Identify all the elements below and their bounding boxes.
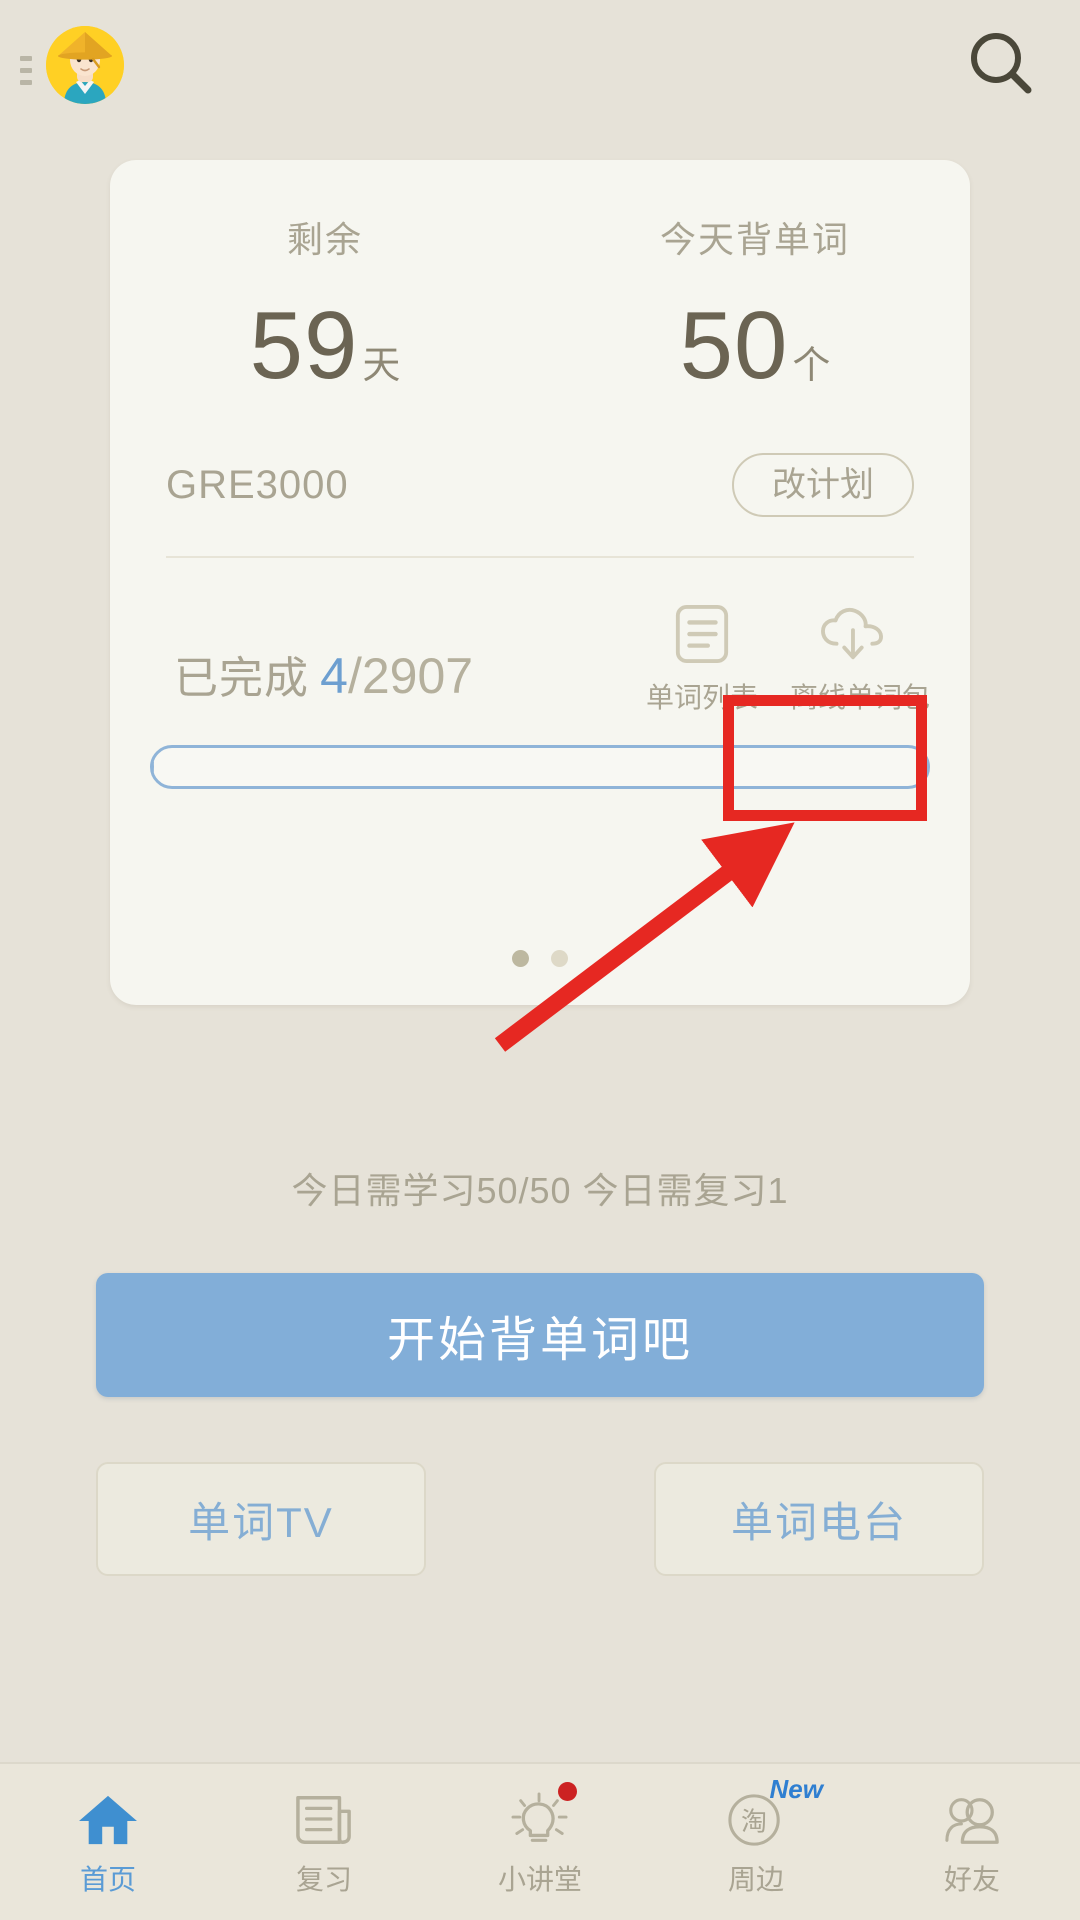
word-list-icon [640, 602, 764, 668]
stat-label: 剩余 [286, 219, 363, 260]
drawer-handle-icon[interactable] [20, 56, 32, 85]
taobao-circle-icon: 淘 New [725, 1774, 823, 1848]
stat-number: 50 [679, 292, 789, 399]
nav-item-lecture[interactable]: 小讲堂 [432, 1764, 648, 1920]
search-button[interactable] [960, 24, 1044, 108]
home-icon [77, 1786, 139, 1848]
offline-package-button[interactable]: 离线单词包 [790, 602, 931, 716]
progress-row: 已完成 4/2907 单词列表 离线单词包 [166, 590, 931, 730]
start-study-button[interactable]: 开始背单词吧 [96, 1273, 984, 1397]
pager-dot[interactable] [551, 950, 568, 967]
stat-remaining: 剩余 59 天 [110, 222, 540, 394]
stat-unit: 个 [792, 345, 831, 387]
progress-prefix: 已完成 [174, 654, 309, 703]
word-list-label: 单词列表 [645, 682, 758, 713]
stat-unit: 天 [362, 345, 401, 387]
nav-label: 好友 [943, 1864, 1000, 1895]
bottom-navigation: 首页 复习 小讲堂 淘 New 周边 好友 [0, 1762, 1080, 1920]
top-bar [0, 0, 1080, 130]
plan-card: 剩余 59 天 今天背单词 50 个 GRE3000 改计划 已完成 4/2907 [110, 160, 970, 1005]
word-list-button[interactable]: 单词列表 [640, 602, 764, 716]
stat-today-words: 今天背单词 50 个 [540, 222, 970, 394]
card-divider [166, 556, 914, 558]
edit-plan-button[interactable]: 改计划 [732, 453, 914, 517]
stats-row: 剩余 59 天 今天背单词 50 个 [110, 222, 970, 394]
progress-text: 已完成 4/2907 [174, 642, 473, 706]
word-tv-button[interactable]: 单词TV [96, 1462, 426, 1576]
nav-item-review[interactable]: 复习 [216, 1764, 432, 1920]
card-pager[interactable] [110, 950, 970, 967]
avatar[interactable] [46, 26, 124, 104]
cloud-download-icon [790, 602, 914, 668]
progress-bar-fill [153, 748, 155, 786]
quick-actions: 单词列表 离线单词包 [640, 602, 931, 716]
stat-value: 59 天 [110, 298, 540, 394]
plan-name: GRE3000 [166, 462, 349, 507]
nav-item-friends[interactable]: 好友 [864, 1764, 1080, 1920]
stat-number: 59 [249, 292, 359, 399]
nav-label: 小讲堂 [497, 1864, 582, 1895]
plan-row: GRE3000 改计划 [166, 452, 914, 518]
progress-total: /2907 [347, 648, 474, 704]
new-tag: New [769, 1774, 823, 1804]
today-summary-text: 今日需学习50/50 今日需复习1 [291, 1170, 789, 1211]
word-radio-button[interactable]: 单词电台 [654, 1462, 984, 1576]
newspaper-icon [293, 1786, 355, 1848]
notification-badge [558, 1782, 577, 1801]
search-icon [971, 33, 1032, 94]
stat-value: 50 个 [540, 298, 970, 394]
nav-item-home[interactable]: 首页 [0, 1764, 216, 1920]
nav-label: 复习 [295, 1864, 352, 1895]
nav-item-around[interactable]: 淘 New 周边 [648, 1764, 864, 1920]
offline-package-label: 离线单词包 [790, 682, 931, 713]
friends-icon [941, 1786, 1003, 1848]
progress-current: 4 [320, 648, 348, 704]
stat-label: 今天背单词 [659, 219, 850, 260]
lightbulb-icon [509, 1782, 577, 1848]
nav-label: 周边 [727, 1864, 784, 1895]
svg-text:淘: 淘 [741, 1808, 767, 1838]
progress-bar[interactable] [150, 745, 930, 789]
pager-dot[interactable] [512, 950, 529, 967]
secondary-buttons-row: 单词TV 单词电台 [96, 1462, 984, 1576]
nav-label: 首页 [79, 1864, 136, 1895]
